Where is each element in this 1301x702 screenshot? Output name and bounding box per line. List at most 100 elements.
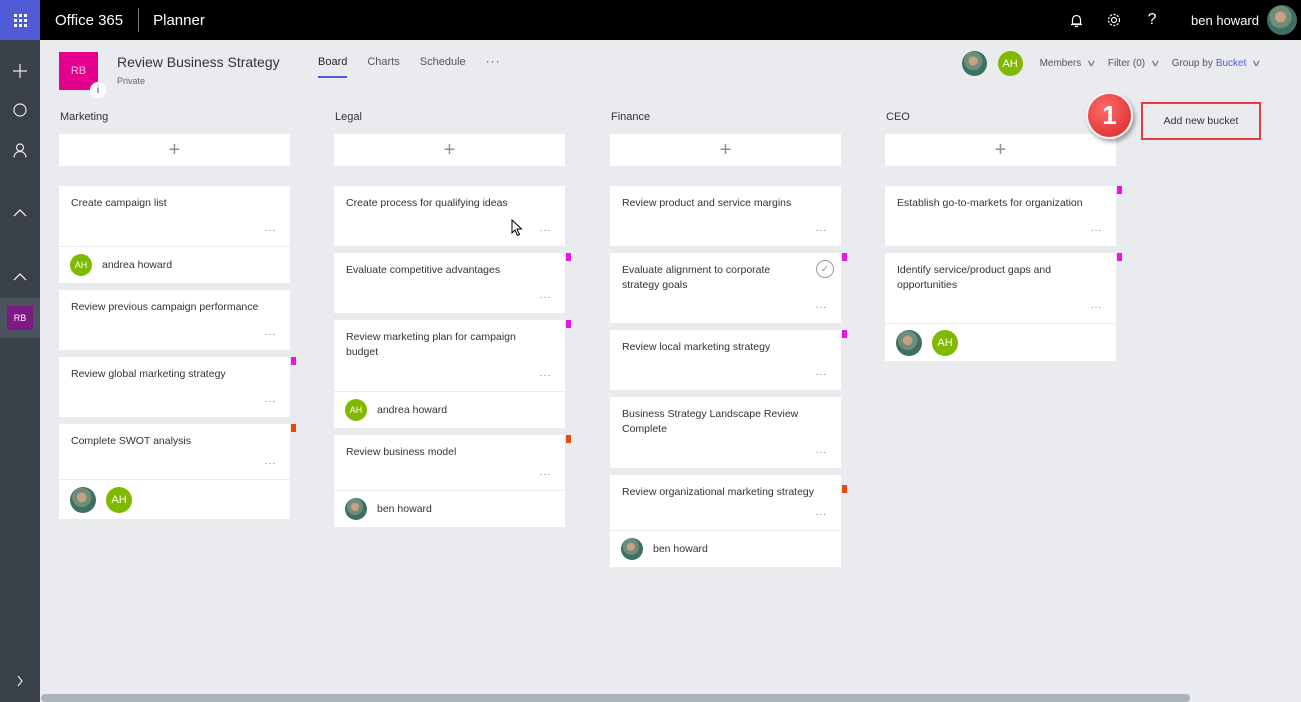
assignee-name: ben howard [377,503,432,515]
label-tag [842,330,847,338]
task-assignees: AH [59,479,290,519]
user-avatar[interactable] [1267,5,1297,35]
task-more-button[interactable]: ··· [816,447,828,458]
add-new-bucket-button[interactable]: Add new bucket [1141,102,1261,140]
label-tag [291,357,296,365]
assignee-avatar-andrea: AH [932,329,958,356]
new-plan-button[interactable] [0,55,40,87]
task-more-button[interactable]: ··· [816,509,828,520]
member-avatar-andrea[interactable]: AH [997,51,1023,76]
task-card[interactable]: Review global marketing strategy ··· [59,357,296,417]
task-more-button[interactable]: ··· [816,369,828,380]
assignee-avatar-ben [70,486,96,513]
settings-button[interactable] [1095,0,1133,40]
task-card[interactable]: Identify service/product gaps and opport… [885,253,1122,361]
task-title: Review global marketing strategy [71,368,226,380]
tab-schedule[interactable]: Schedule [420,56,466,74]
task-card[interactable]: Review marketing plan for campaign budge… [334,320,571,428]
bell-icon [1070,14,1082,27]
task-card[interactable]: Complete SWOT analysis ··· AH [59,424,296,519]
app-name[interactable]: Planner [153,12,205,29]
add-task-button[interactable]: + [610,134,841,166]
task-assignee: AH andrea howard [334,391,565,428]
collapse-favorites-button[interactable] [0,197,40,229]
complete-task-checkbox[interactable]: ✓ [816,260,834,278]
task-title: Establish go-to-markets for organization [897,197,1083,209]
task-card[interactable]: Business Strategy Landscape Review Compl… [610,397,841,468]
more-tabs-button[interactable]: ··· [486,54,501,68]
tab-board[interactable]: Board [318,56,348,78]
task-title: Review marketing plan for campaign budge… [346,331,516,358]
task-card[interactable]: Review product and service margins ··· [610,186,841,246]
help-button[interactable]: ? [1133,0,1171,40]
bucket-legal: Legal + Create process for qualifying id… [334,111,571,534]
assignee-avatar-ben [896,329,922,356]
my-tasks-button[interactable] [0,134,40,166]
checkmark-icon: ✓ [820,263,830,275]
help-icon: ? [1147,11,1157,28]
task-assignee: ben howard [334,490,565,527]
task-more-button[interactable]: ··· [265,329,277,340]
rail-plan-item[interactable]: RB [0,298,40,338]
task-more-button[interactable]: ··· [265,225,277,236]
label-tag [566,320,571,328]
app-launcher-button[interactable] [0,0,40,40]
task-card[interactable]: Evaluate alignment to corporate strategy… [610,253,847,323]
filter-dropdown[interactable]: Filter (0) ∨ [1108,58,1161,69]
task-more-button[interactable]: ··· [1091,225,1103,236]
task-title: Business Strategy Landscape Review Compl… [622,408,799,435]
members-dropdown[interactable]: Members ∨ [1039,58,1097,69]
task-card[interactable]: Create campaign list ··· AH andrea howar… [59,186,290,283]
plan-info-icon[interactable]: i [90,82,106,98]
assignee-avatar: AH [70,254,92,276]
add-task-button[interactable]: + [885,134,1116,166]
top-bar: Office 365 Planner ? ben howard [0,0,1301,40]
task-card[interactable]: Review business model ··· ben howard [334,435,571,527]
planner-hub-button[interactable] [0,94,40,126]
user-name[interactable]: ben howard [1191,13,1259,28]
member-avatar-ben[interactable] [961,51,987,76]
tab-charts[interactable]: Charts [367,56,399,74]
label-tag [842,253,847,261]
task-more-button[interactable]: ··· [265,396,277,407]
board-toolbar: AH Members ∨ Filter (0) ∨ Group by Bucke… [961,51,1273,76]
members-label: Members [1039,58,1082,69]
bucket-name[interactable]: Legal [334,111,565,134]
task-more-button[interactable]: ··· [265,458,277,469]
assignee-name: andrea howard [102,259,173,271]
task-title: Review local marketing strategy [622,341,771,353]
task-more-button[interactable]: ··· [816,302,828,313]
assignee-avatar [621,538,643,560]
task-title: Create campaign list [71,197,167,209]
add-task-button[interactable]: + [59,134,290,166]
horizontal-scrollbar[interactable] [41,694,1190,702]
task-card[interactable]: Review previous campaign performance ··· [59,290,290,350]
label-tag [566,435,571,443]
add-task-button[interactable]: + [334,134,565,166]
bucket-name[interactable]: CEO [885,111,1116,134]
task-more-button[interactable]: ··· [540,225,552,236]
bucket-name[interactable]: Marketing [59,111,290,134]
task-title: Review business model [346,446,457,458]
task-card[interactable]: Review local marketing strategy ··· [610,330,847,390]
group-by-dropdown[interactable]: Group by Bucket ∨ [1172,58,1262,69]
expand-rail-button[interactable] [0,665,40,697]
collapse-plans-button[interactable] [0,261,40,293]
task-card[interactable]: Evaluate competitive advantages ··· [334,253,571,313]
task-more-button[interactable]: ··· [816,225,828,236]
task-more-button[interactable]: ··· [540,292,552,303]
assignee-avatar-andrea: AH [106,486,132,513]
circle-icon [13,103,27,117]
task-more-button[interactable]: ··· [1091,302,1103,313]
task-more-button[interactable]: ··· [540,469,552,480]
waffle-icon [13,13,27,27]
notifications-button[interactable] [1057,0,1095,40]
bucket-name[interactable]: Finance [610,111,841,134]
task-card[interactable]: Create process for qualifying ideas ··· [334,186,565,246]
task-card[interactable]: Review organizational marketing strategy… [610,475,847,567]
chevron-down-icon: ∨ [1086,58,1097,68]
task-more-button[interactable]: ··· [540,370,552,381]
task-card[interactable]: Establish go-to-markets for organization… [885,186,1122,246]
suite-name[interactable]: Office 365 [55,12,123,29]
task-assignee: AH andrea howard [59,246,290,283]
